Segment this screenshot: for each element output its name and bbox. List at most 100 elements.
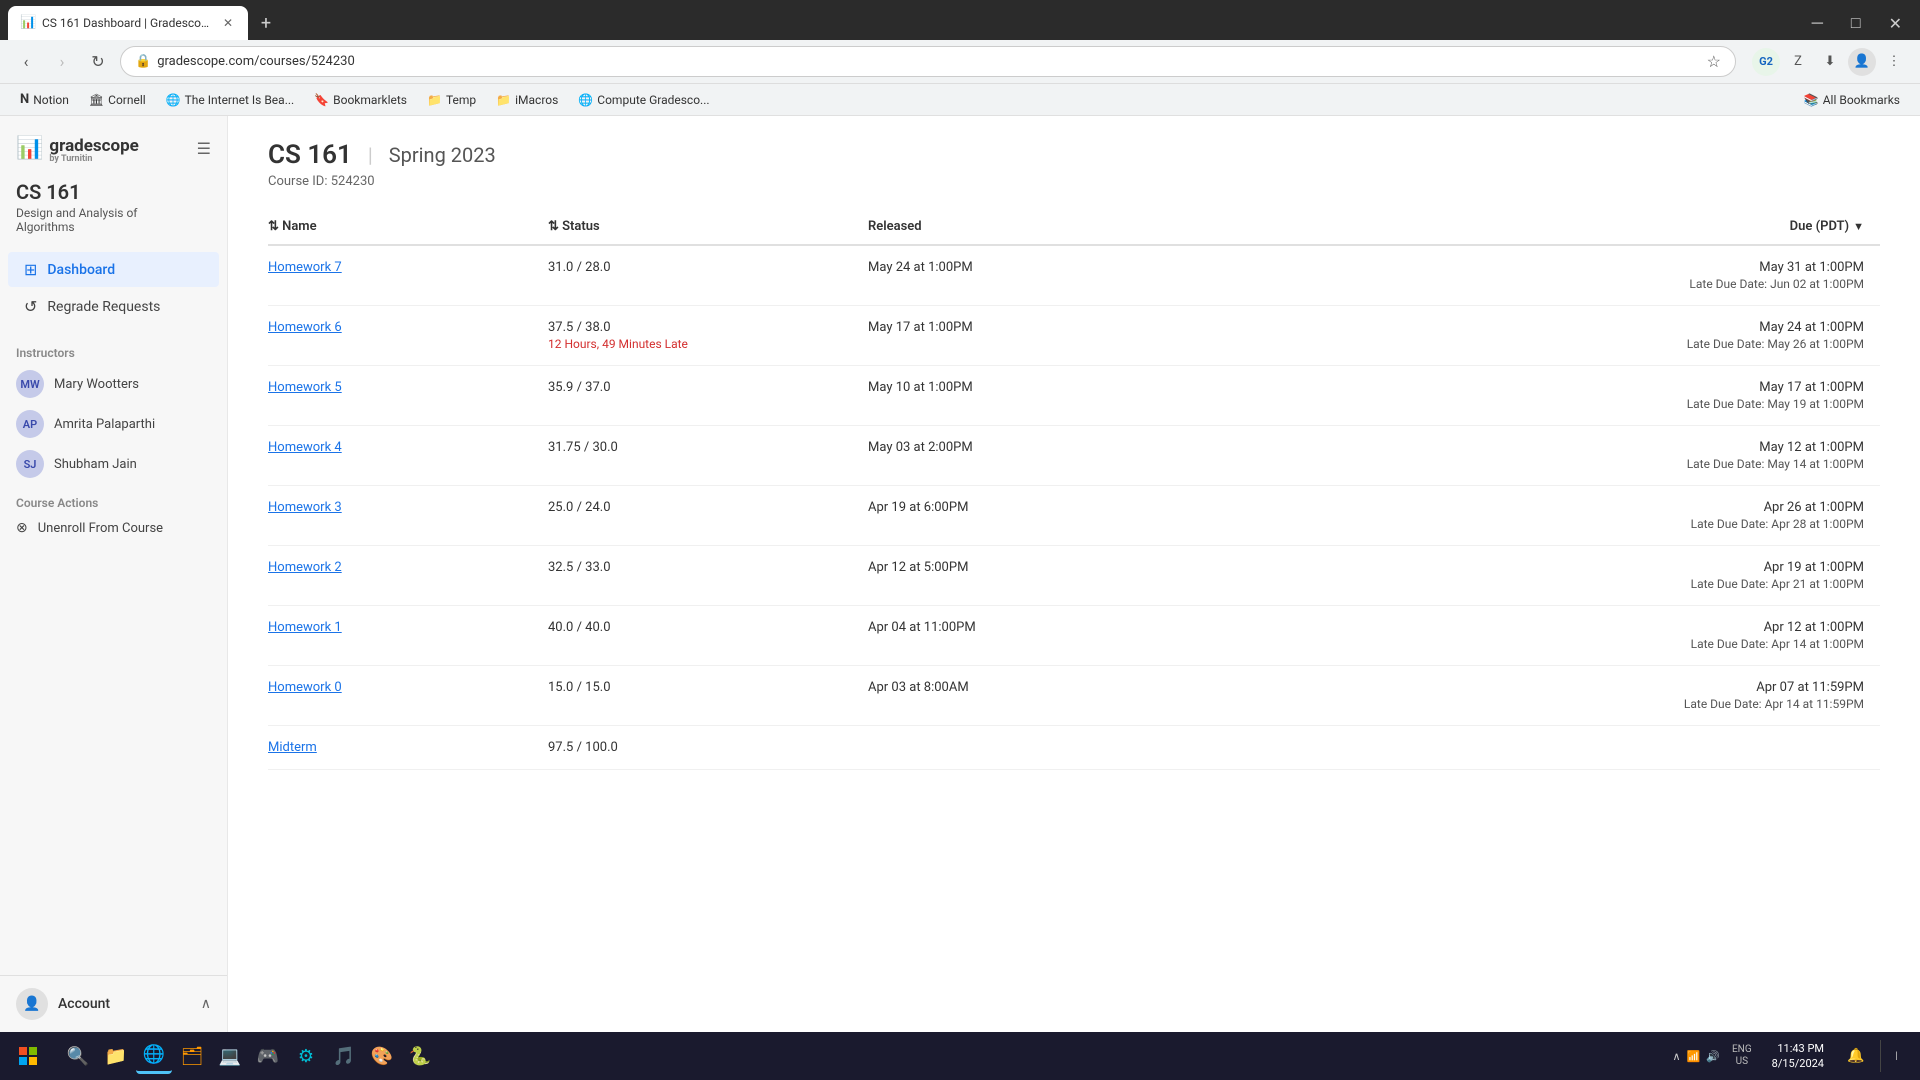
- forward-button[interactable]: ›: [48, 48, 76, 76]
- assignment-link-6[interactable]: Homework 1: [268, 620, 342, 635]
- taskbar-clock[interactable]: 11:43 PM 8/15/2024: [1764, 1041, 1832, 1072]
- taskbar-date: 8/15/2024: [1772, 1056, 1824, 1071]
- bookmark-internet[interactable]: 🌐 The Internet Is Bea...: [158, 90, 303, 110]
- start-button[interactable]: [8, 1036, 48, 1076]
- taskbar-app7[interactable]: 🎵: [326, 1038, 362, 1074]
- cell-name-0: Homework 7: [268, 245, 548, 306]
- taskbar-search[interactable]: 🔍: [60, 1038, 96, 1074]
- gradescope-logo[interactable]: 📊 gradescope by Turnitin: [16, 132, 139, 164]
- taskbar-notification[interactable]: 🔔: [1840, 1040, 1872, 1072]
- all-bookmarks-button[interactable]: 📚 All Bookmarks: [1796, 90, 1908, 110]
- table-row: Homework 4 31.75 / 30.0 May 03 at 2:00PM…: [268, 426, 1880, 486]
- page-title: CS 161: [268, 140, 352, 170]
- tab-title: CS 161 Dashboard | Gradescopc: [42, 16, 214, 30]
- bookmark-temp[interactable]: 📁 Temp: [419, 90, 484, 110]
- taskbar-explorer[interactable]: 🗂: [174, 1038, 210, 1074]
- instructor-shubham[interactable]: SJ Shubham Jain: [0, 444, 227, 484]
- taskbar-app9[interactable]: 🐍: [402, 1038, 438, 1074]
- instructors-section-title: Instructors: [0, 334, 227, 364]
- assignment-link-1[interactable]: Homework 6: [268, 320, 342, 335]
- sidebar-item-regrade[interactable]: ↺ Regrade Requests: [8, 289, 219, 324]
- status-score-4: 25.0 / 24.0: [548, 500, 852, 515]
- account-section[interactable]: 👤 Account ∧: [0, 975, 227, 1032]
- assignment-link-2[interactable]: Homework 5: [268, 380, 342, 395]
- bookmark-notion-label: Notion: [33, 93, 69, 107]
- taskbar-app8[interactable]: 🎨: [364, 1038, 400, 1074]
- maximize-button[interactable]: □: [1841, 9, 1871, 37]
- instructor-amrita[interactable]: AP Amrita Palaparthi: [0, 404, 227, 444]
- unenroll-icon: ⊗: [16, 520, 28, 536]
- ext-icon-1[interactable]: G2: [1752, 48, 1780, 76]
- menu-toggle-button[interactable]: ☰: [197, 139, 211, 158]
- new-tab-button[interactable]: +: [252, 9, 280, 37]
- bookmark-imacros[interactable]: 📁 iMacros: [488, 90, 566, 110]
- assignment-link-7[interactable]: Homework 0: [268, 680, 342, 695]
- due-main-2: May 17 at 1:00PM: [1168, 380, 1864, 395]
- status-score-3: 31.75 / 30.0: [548, 440, 852, 455]
- taskbar-vscode[interactable]: 💻: [212, 1038, 248, 1074]
- cell-released-6: Apr 04 at 11:00PM: [868, 606, 1168, 666]
- due-main-3: May 12 at 1:00PM: [1168, 440, 1864, 455]
- col-name-header[interactable]: ⇅ Name: [268, 209, 548, 245]
- ext-icon-2[interactable]: Z: [1784, 48, 1812, 76]
- cell-name-3: Homework 4: [268, 426, 548, 486]
- sidebar-course-title: CS 161: [16, 180, 211, 204]
- address-bar[interactable]: 🔒 gradescope.com/courses/524230 ☆: [120, 46, 1736, 77]
- bookmark-compute-label: Compute Gradesco...: [597, 93, 709, 107]
- assignment-link-4[interactable]: Homework 3: [268, 500, 342, 515]
- ext-icon-3[interactable]: ⬇: [1816, 48, 1844, 76]
- taskbar-app5[interactable]: 🎮: [250, 1038, 286, 1074]
- taskbar-files[interactable]: 📁: [98, 1038, 134, 1074]
- all-bookmarks-label: All Bookmarks: [1823, 93, 1900, 107]
- cell-due-4: Apr 26 at 1:00PM Late Due Date: Apr 28 a…: [1168, 486, 1880, 546]
- assignment-link-5[interactable]: Homework 2: [268, 560, 342, 575]
- assignment-link-8[interactable]: Midterm: [268, 740, 317, 755]
- assignment-link-3[interactable]: Homework 4: [268, 440, 342, 455]
- instructor-mary[interactable]: MW Mary Wootters: [0, 364, 227, 404]
- unenroll-action[interactable]: ⊗ Unenroll From Course: [0, 514, 227, 542]
- cell-due-5: Apr 19 at 1:00PM Late Due Date: Apr 21 a…: [1168, 546, 1880, 606]
- col-due-header[interactable]: Due (PDT) ▼: [1168, 209, 1880, 245]
- due-late-7: Late Due Date: Apr 14 at 11:59PM: [1168, 697, 1864, 711]
- table-row: Midterm 97.5 / 100.0: [268, 726, 1880, 770]
- col-status-header[interactable]: ⇅ Status: [548, 209, 868, 245]
- cell-due-8: [1168, 726, 1880, 770]
- bookmark-bookmarklets-label: Bookmarklets: [333, 93, 407, 107]
- taskbar-app6[interactable]: ⚙: [288, 1038, 324, 1074]
- due-late-0: Late Due Date: Jun 02 at 1:00PM: [1168, 277, 1864, 291]
- cell-released-1: May 17 at 1:00PM: [868, 306, 1168, 366]
- instructor-amrita-name: Amrita Palaparthi: [54, 417, 155, 432]
- unenroll-label: Unenroll From Course: [38, 521, 163, 536]
- bookmark-bookmarklets[interactable]: 🔖 Bookmarklets: [306, 90, 415, 110]
- bookmark-cornell[interactable]: 🏛 Cornell: [81, 90, 154, 110]
- sidebar-item-dashboard[interactable]: ⊞ Dashboard: [8, 252, 219, 287]
- temp-icon: 📁: [427, 93, 442, 107]
- col-released-header[interactable]: Released: [868, 209, 1168, 245]
- bookmark-notion[interactable]: N Notion: [12, 89, 77, 110]
- due-main-5: Apr 19 at 1:00PM: [1168, 560, 1864, 575]
- taskbar-show-desktop[interactable]: |: [1880, 1040, 1912, 1072]
- due-sort-arrow: ▼: [1853, 220, 1864, 233]
- bookmarks-bar: N Notion 🏛 Cornell 🌐 The Internet Is Bea…: [0, 84, 1920, 116]
- status-late-1: 12 Hours, 49 Minutes Late: [548, 337, 852, 351]
- due-late-3: Late Due Date: May 14 at 1:00PM: [1168, 457, 1864, 471]
- tab-favicon: 📊: [20, 15, 36, 31]
- back-button[interactable]: ‹: [12, 48, 40, 76]
- assignment-link-0[interactable]: Homework 7: [268, 260, 342, 275]
- bookmark-compute[interactable]: 🌐 Compute Gradesco...: [570, 90, 717, 110]
- close-button[interactable]: ✕: [1879, 10, 1912, 37]
- bookmark-star[interactable]: ☆: [1707, 52, 1721, 71]
- sidebar-nav: ⊞ Dashboard ↺ Regrade Requests: [0, 242, 227, 334]
- taskbar-chevron[interactable]: ∧: [1673, 1050, 1681, 1063]
- taskbar-browser[interactable]: 🌐: [136, 1038, 172, 1074]
- due-main-4: Apr 26 at 1:00PM: [1168, 500, 1864, 515]
- active-tab[interactable]: 📊 CS 161 Dashboard | Gradescopc ✕: [8, 6, 248, 40]
- status-score-6: 40.0 / 40.0: [548, 620, 852, 635]
- extensions-button[interactable]: ⋮: [1880, 48, 1908, 76]
- tab-close-button[interactable]: ✕: [220, 15, 236, 31]
- minimize-button[interactable]: ─: [1802, 9, 1833, 37]
- notion-icon: N: [20, 92, 29, 107]
- bookmark-internet-label: The Internet Is Bea...: [185, 93, 295, 107]
- ext-icon-4[interactable]: 👤: [1848, 48, 1876, 76]
- reload-button[interactable]: ↻: [84, 48, 112, 76]
